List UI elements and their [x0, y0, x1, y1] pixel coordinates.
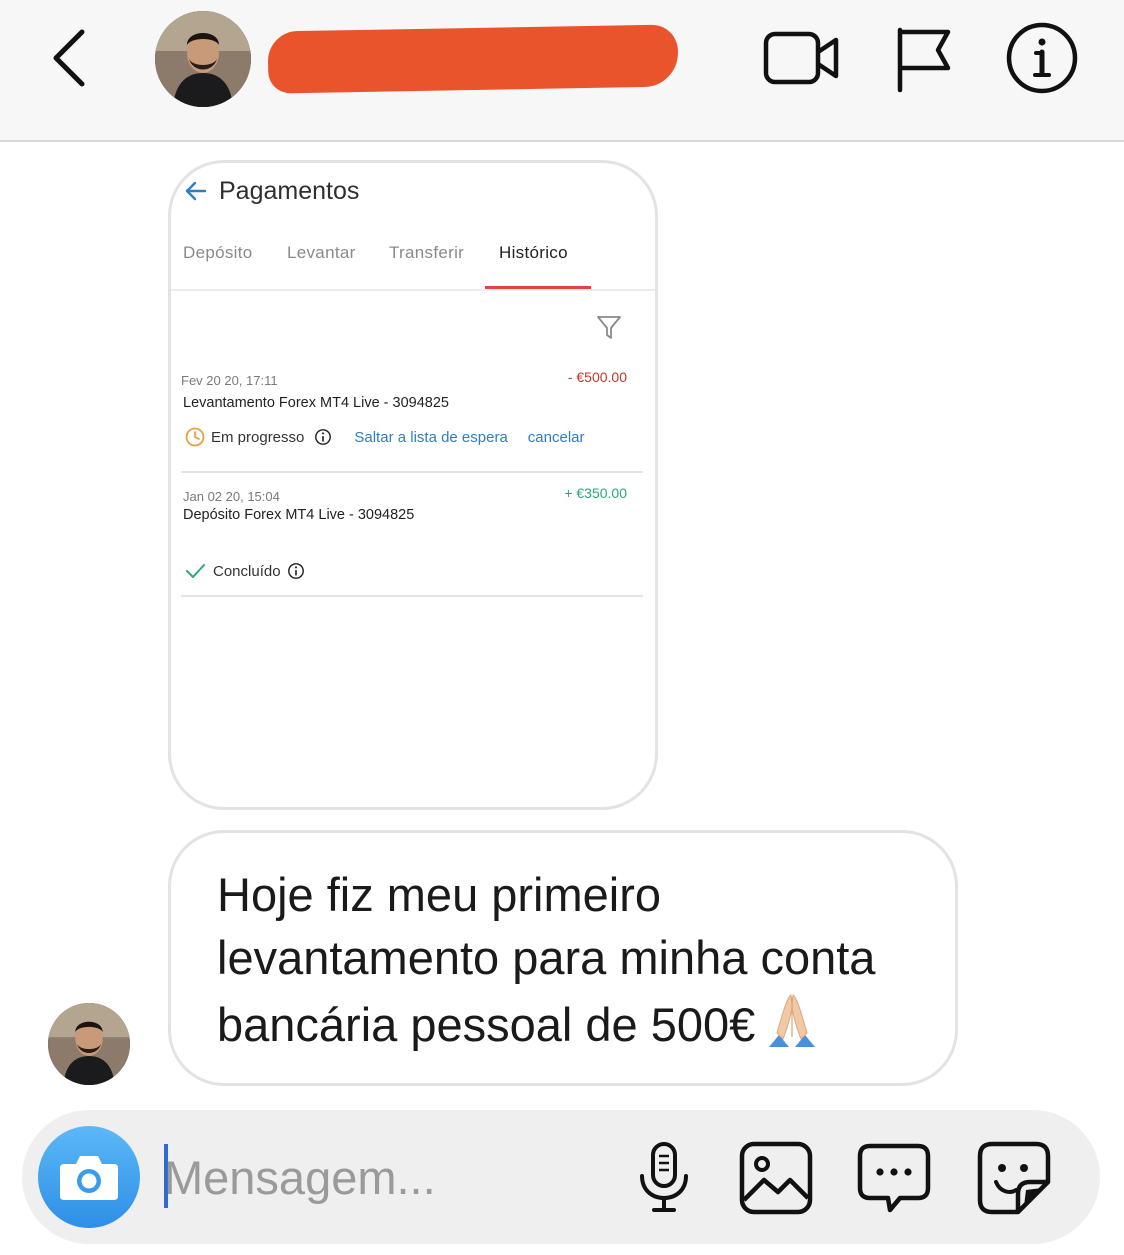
info-circle-icon[interactable]	[314, 428, 332, 446]
sticker-button[interactable]	[976, 1140, 1052, 1216]
message-input[interactable]	[164, 1144, 614, 1210]
info-circle-icon[interactable]	[287, 562, 305, 580]
camera-icon	[60, 1156, 118, 1200]
transaction-amount: - €500.00	[567, 369, 627, 385]
transaction-date: Fev 20 20, 17:11	[181, 373, 278, 388]
divider	[181, 595, 643, 597]
shared-screenshot-message[interactable]: Pagamentos Depósito Levantar Transferir …	[168, 160, 658, 810]
video-camera-icon	[763, 31, 839, 85]
microphone-icon	[640, 1142, 688, 1212]
payments-tabs: Depósito Levantar Transferir Histórico	[171, 231, 655, 291]
transaction-date: Jan 02 20, 15:04	[183, 489, 280, 504]
payments-title-row: Pagamentos	[183, 171, 359, 211]
chevron-left-icon	[53, 29, 85, 87]
filter-icon	[597, 316, 621, 339]
transaction-amount: + €350.00	[564, 485, 627, 501]
chat-header	[0, 0, 1124, 142]
transaction-row: Jan 02 20, 15:04 + €350.00 Depósito Fore…	[181, 485, 643, 599]
message-composer	[22, 1110, 1100, 1244]
status-label: Concluído	[213, 562, 281, 580]
arrow-left-icon	[185, 181, 207, 201]
back-button[interactable]	[40, 22, 104, 94]
folded-hands-emoji	[769, 994, 816, 1047]
camera-button[interactable]	[38, 1126, 140, 1228]
info-icon	[1006, 22, 1078, 94]
divider	[181, 471, 643, 473]
transaction-status-row: Concluído	[185, 561, 305, 581]
cancel-link[interactable]: cancelar	[528, 429, 585, 446]
tab-historico: Histórico	[499, 243, 568, 262]
contact-name-redacted[interactable]	[267, 24, 679, 94]
avatar-photo	[48, 1003, 130, 1085]
text-message-bubble[interactable]: Hoje fiz meu primeiro levantamento para …	[168, 830, 958, 1086]
status-label: Em progresso	[211, 428, 305, 446]
flag-icon	[897, 27, 951, 93]
contact-avatar[interactable]	[155, 11, 251, 107]
details-button[interactable]	[1004, 20, 1080, 96]
transaction-row: Fev 20 20, 17:11 - €500.00 Levantamento …	[181, 369, 643, 475]
tab-deposito: Depósito	[183, 243, 253, 262]
sender-avatar[interactable]	[48, 1003, 130, 1085]
quick-reply-button[interactable]	[856, 1140, 932, 1216]
tab-levantar: Levantar	[287, 243, 356, 262]
gallery-button[interactable]	[738, 1140, 814, 1216]
message-text-container: Hoje fiz meu primeiro levantamento para …	[217, 863, 937, 1056]
clock-icon	[185, 427, 205, 447]
sticker-icon	[977, 1141, 1051, 1215]
image-icon	[739, 1141, 813, 1215]
chat-bubble-icon	[857, 1143, 931, 1213]
transaction-status-row: Em progresso Saltar a lista de espera ca…	[185, 427, 585, 447]
checkmark-icon	[186, 564, 205, 578]
transaction-description: Depósito Forex MT4 Live - 3094825	[183, 507, 415, 523]
transaction-description: Levantamento Forex MT4 Live - 3094825	[183, 395, 449, 411]
voice-message-button[interactable]	[626, 1140, 702, 1216]
video-call-button[interactable]	[762, 24, 842, 92]
tab-transferir: Transferir	[389, 243, 465, 262]
avatar-photo	[155, 11, 251, 107]
skip-waitlist-link[interactable]: Saltar a lista de espera	[354, 429, 507, 446]
report-button[interactable]	[892, 22, 956, 94]
active-tab-underline	[485, 286, 591, 289]
payments-title: Pagamentos	[219, 176, 360, 205]
